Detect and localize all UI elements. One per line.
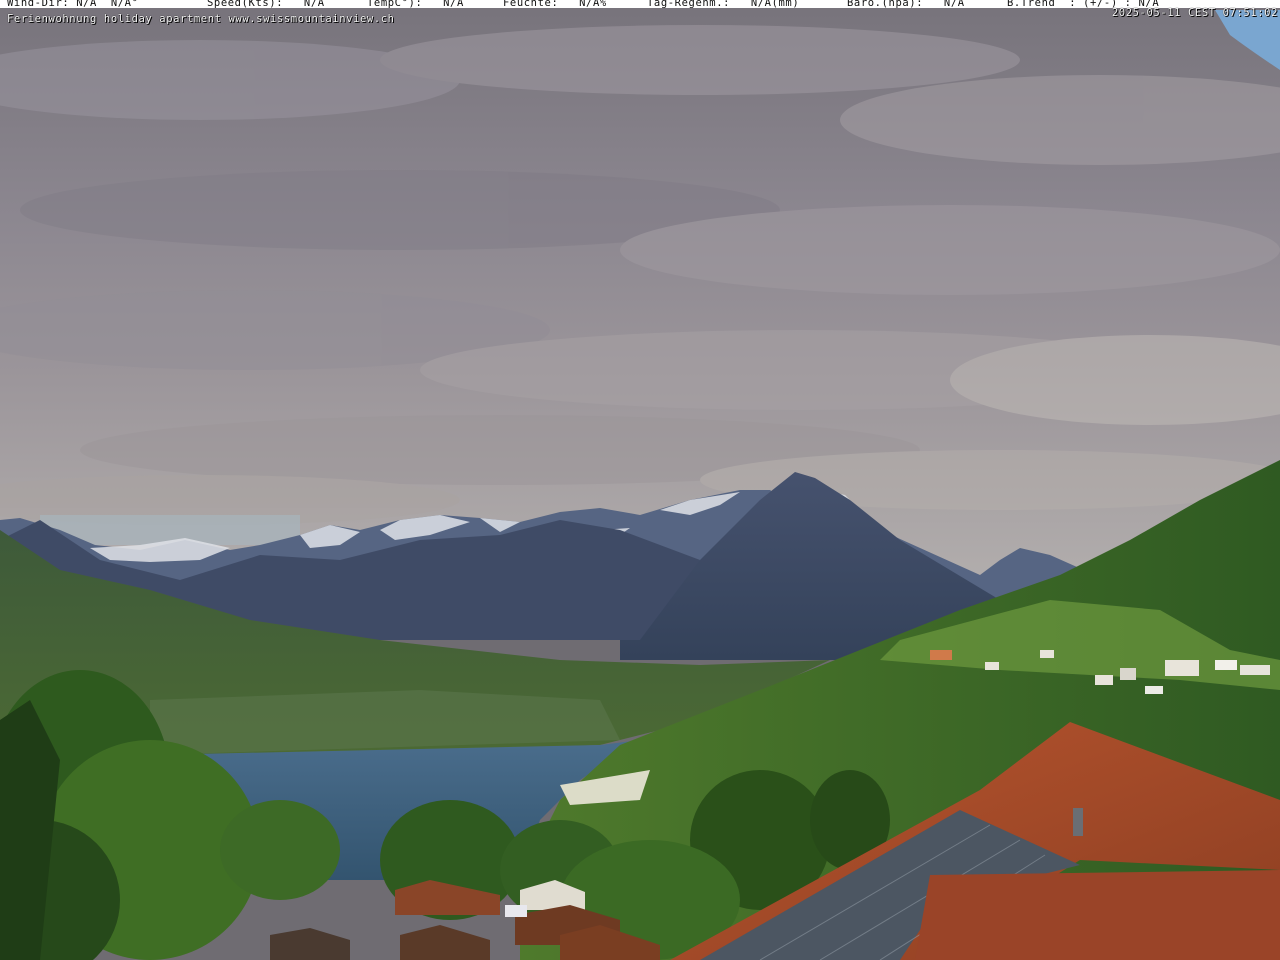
webcam-landscape-photo <box>0 0 1280 960</box>
foreground-roof-small <box>915 870 1280 960</box>
